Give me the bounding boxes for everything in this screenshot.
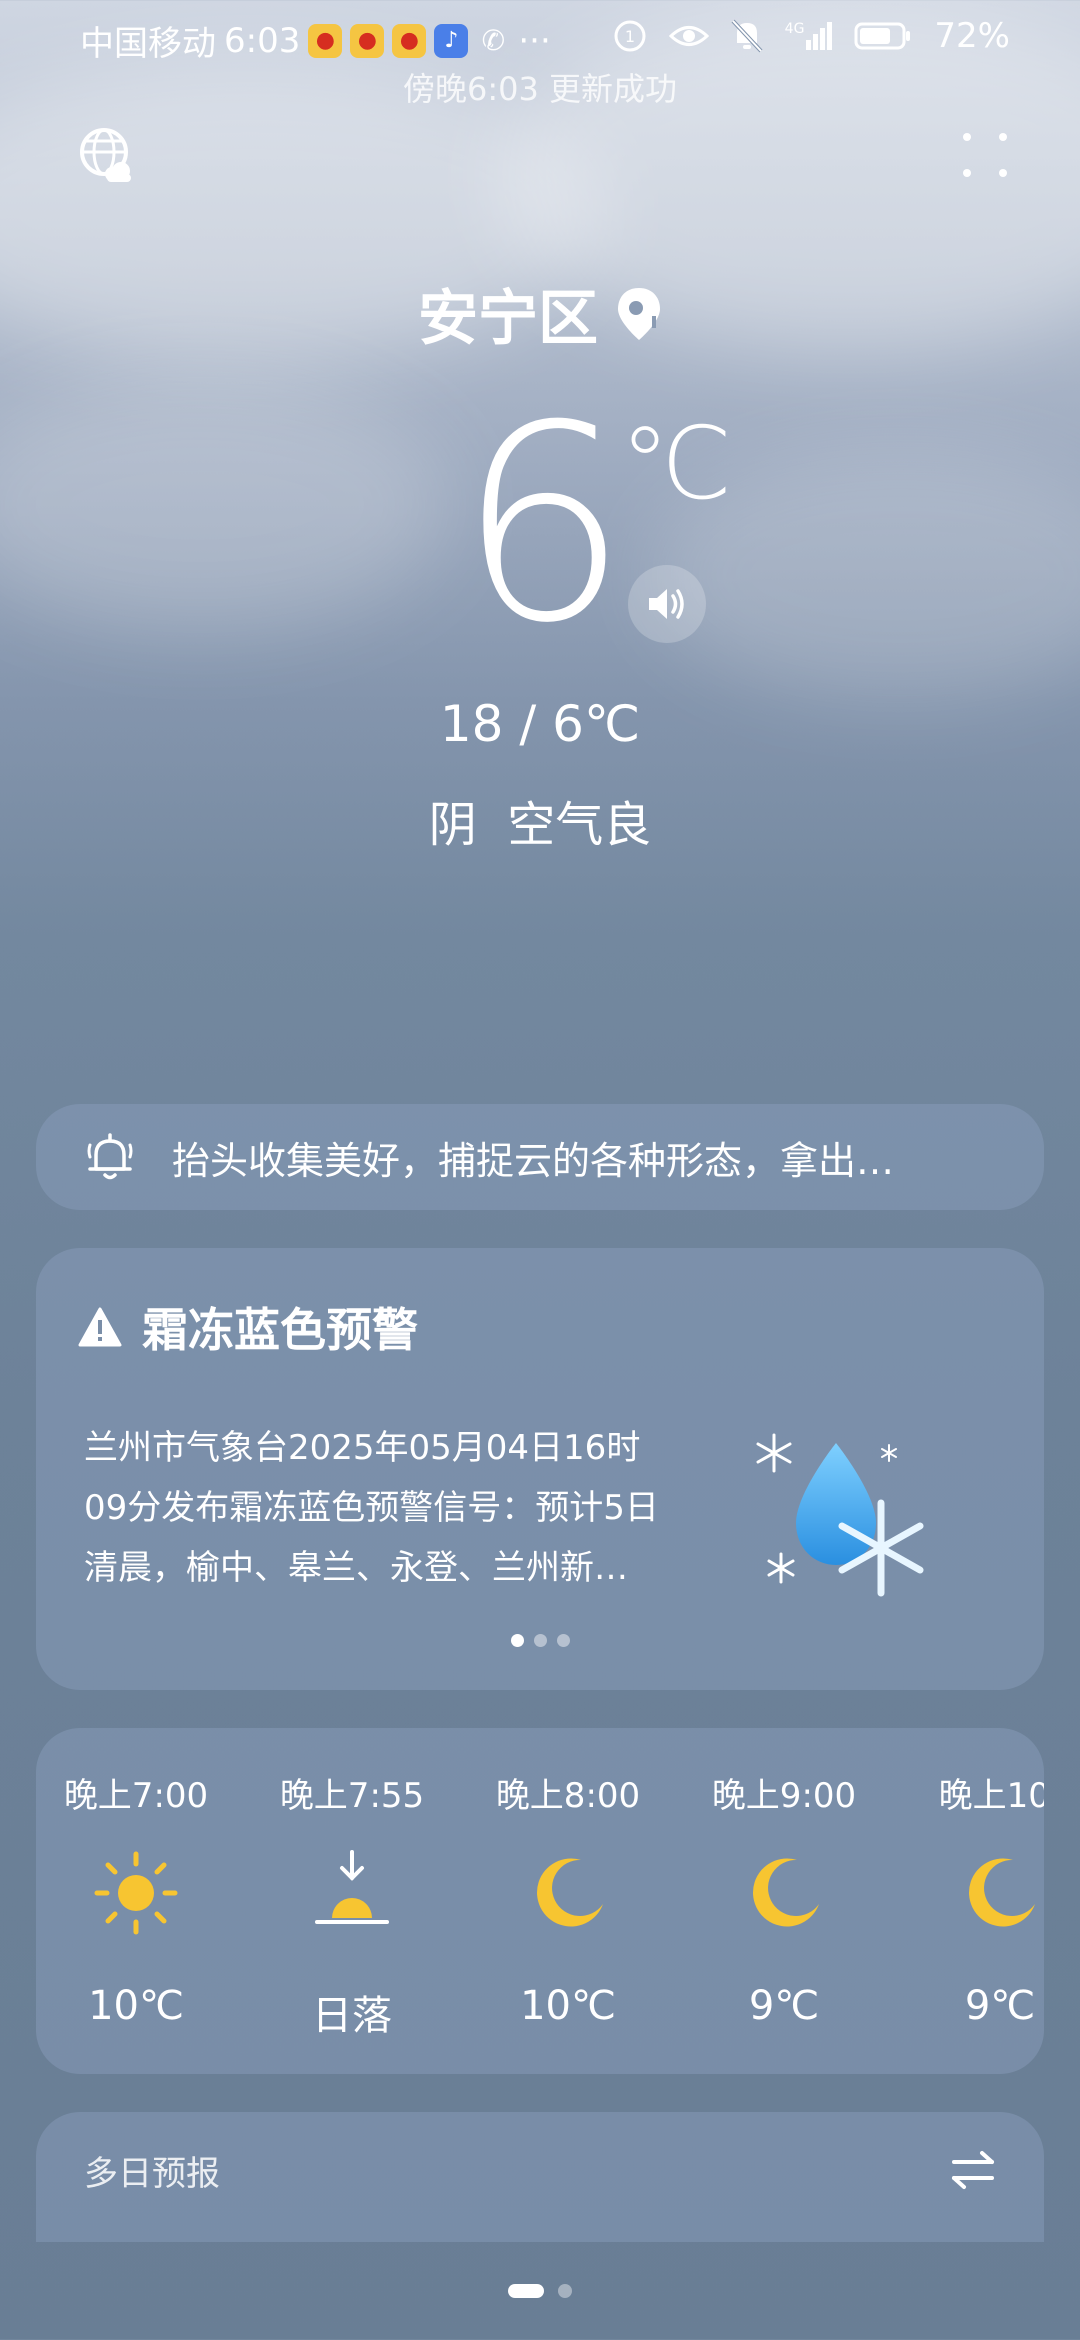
network-type: 4G	[784, 21, 805, 37]
status-bar-right: 1 4G 72%	[613, 16, 1010, 56]
multi-day-label: 多日预报	[84, 2153, 220, 2194]
page-indicator-dot	[558, 2284, 572, 2298]
hour-time: 晚上10:	[938, 1776, 1044, 1816]
high-low-temp: 18 / 6℃	[439, 695, 641, 753]
hour-temp: 10℃	[520, 1983, 616, 2029]
hour-temp: 9℃	[748, 1983, 820, 2029]
pager-dot	[533, 1634, 547, 1647]
bell-icon	[87, 1133, 133, 1180]
clock: 6:03	[224, 20, 301, 61]
hour-temp: 10℃	[88, 1983, 184, 2029]
location-header[interactable]: 安宁区	[0, 270, 1080, 357]
hourly-forecast-card[interactable]: 晚上7:00 10℃ 晚上7:55 日落 晚上8:00 10℃ 晚上9:00 9…	[36, 1728, 1044, 2074]
cloud-tip-card[interactable]: 抬头收集美好，捕捉云的各种形态，拿出…	[36, 1104, 1044, 1210]
music-icon: ♪	[434, 23, 469, 58]
hour-time: 晚上8:00	[495, 1776, 641, 1816]
current-temperature: 6	[457, 367, 629, 682]
moon-icon	[537, 1858, 603, 1927]
hour-temp: 9℃	[964, 1983, 1036, 2029]
weather-condition: 阴 空气良	[428, 797, 652, 853]
frost-warning-card[interactable]: 霜冻蓝色预警 兰州市气象台2025年05月04日16时 09分发布霜冻蓝色预警信…	[36, 1248, 1044, 1690]
data-saver-icon: 1	[614, 20, 646, 52]
switch-view-icon[interactable]	[950, 2150, 996, 2190]
speaker-icon	[649, 589, 684, 619]
weibo-icon: ●	[350, 23, 385, 58]
warning-triangle-icon	[78, 1307, 122, 1347]
location-pin-icon	[618, 287, 660, 340]
warning-line: 清晨，榆中、皋兰、永登、兰州新…	[84, 1548, 628, 1588]
hour-time: 晚上9:00	[711, 1776, 857, 1816]
pager-dot	[556, 1634, 570, 1647]
hour-temp: 日落	[312, 1993, 392, 2039]
page-indicator-active	[508, 2284, 544, 2298]
location-name: 安宁区	[418, 284, 598, 354]
globe-cloud-icon	[80, 128, 131, 182]
frost-illustration-icon	[756, 1433, 924, 1597]
moon-icon	[753, 1858, 819, 1927]
weibo-icon: ●	[392, 23, 427, 58]
mute-icon	[731, 19, 763, 53]
battery-percent: 72%	[934, 16, 1010, 56]
tip-text: 抬头收集美好，捕捉云的各种形态，拿出…	[172, 1138, 895, 1183]
pager-dot-active	[510, 1634, 524, 1647]
more-notifications-icon: ···	[518, 20, 551, 61]
four-dots-icon	[963, 133, 1007, 177]
warning-header: 霜冻蓝色预警	[78, 1294, 418, 1360]
update-status: 傍晚6:03 更新成功	[402, 70, 678, 108]
weibo-icon: ●	[308, 23, 343, 58]
temperature-unit: ℃	[620, 405, 733, 522]
warning-pager	[36, 1634, 1044, 1647]
city-manage-button[interactable]	[72, 120, 142, 190]
warning-line: 09分发布霜冻蓝色预警信号：预计5日	[84, 1488, 659, 1528]
carrier-label: 中国移动	[80, 24, 216, 64]
warning-title: 霜冻蓝色预警	[142, 1303, 418, 1357]
hour-time: 晚上7:00	[63, 1776, 209, 1816]
svg-text:1: 1	[625, 27, 635, 46]
menu-button[interactable]	[950, 120, 1020, 190]
city-page-indicator	[0, 2284, 1080, 2298]
eye-comfort-icon	[668, 26, 709, 46]
status-bar-left: 中国移动 6:03 ● ● ● ♪ ✆ ···	[80, 16, 551, 65]
multi-day-forecast-card[interactable]: 多日预报	[36, 2112, 1044, 2242]
signal-icon: 4G	[785, 22, 833, 50]
warning-body: 兰州市气象台2025年05月04日16时 09分发布霜冻蓝色预警信号：预计5日 …	[84, 1418, 724, 1598]
wechat-icon: ✆	[481, 24, 506, 57]
hour-time: 晚上7:55	[279, 1776, 425, 1816]
battery-icon	[854, 22, 911, 50]
warning-line: 兰州市气象台2025年05月04日16时	[84, 1428, 641, 1468]
sun-icon	[94, 1851, 178, 1935]
sunset-icon	[315, 1850, 389, 1924]
voice-broadcast-button[interactable]	[628, 565, 706, 643]
moon-icon	[969, 1858, 1035, 1927]
